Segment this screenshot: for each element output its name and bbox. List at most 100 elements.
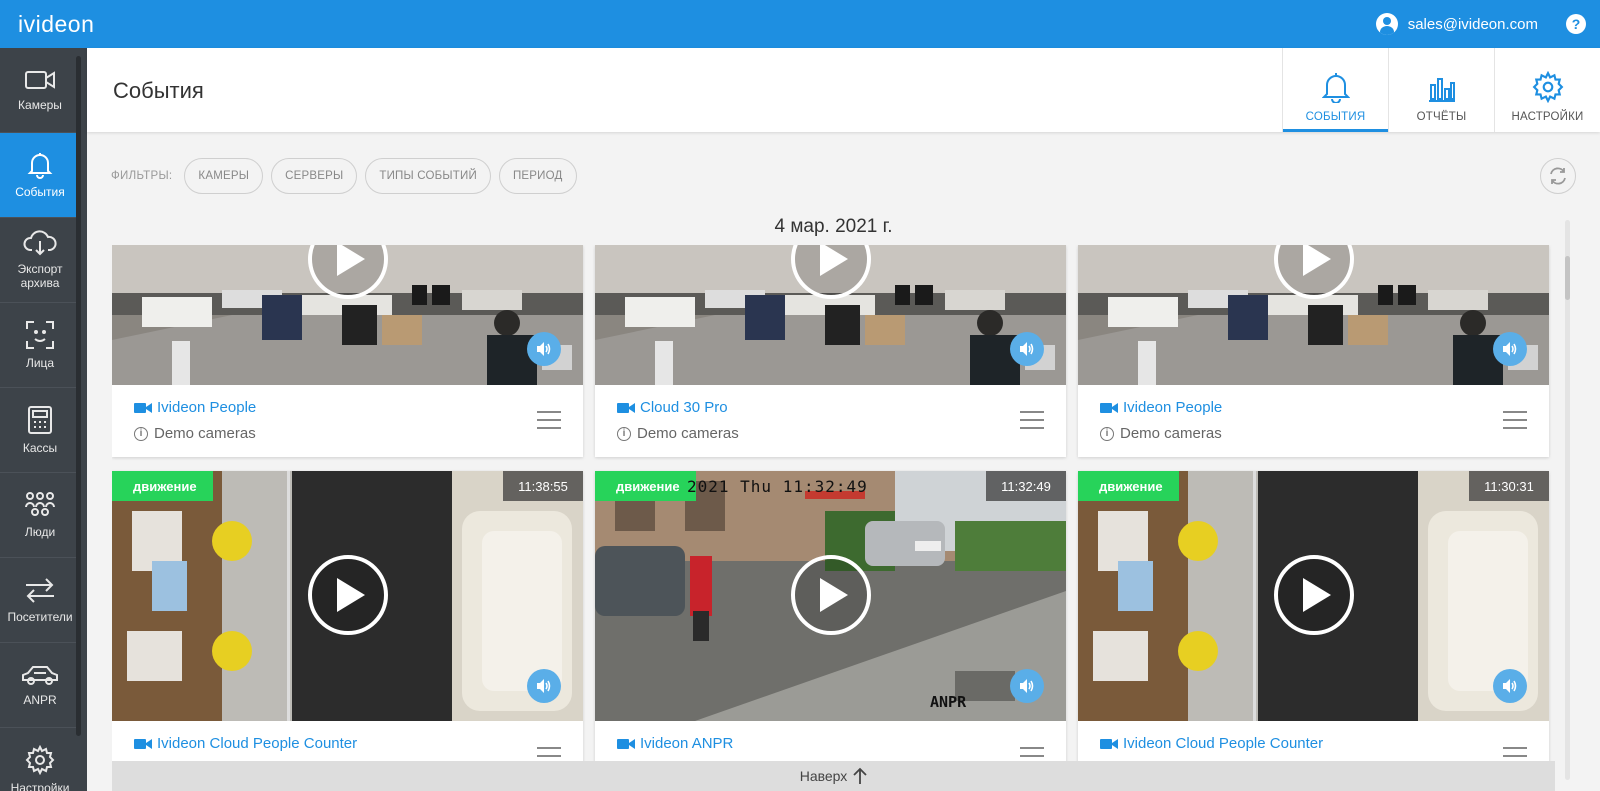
play-button[interactable] (790, 555, 871, 635)
camera-group: i Demo cameras (1100, 425, 1222, 442)
camera-link[interactable]: Ivideon Cloud People Counter (134, 735, 357, 752)
refresh-button[interactable] (1540, 158, 1576, 194)
help-button[interactable]: ? (1566, 14, 1586, 34)
sidebar-item-settings[interactable]: Настройки (0, 728, 80, 791)
speaker-icon (1020, 342, 1034, 356)
visitors-arrows-icon (26, 578, 54, 603)
tab-settings[interactable]: НАСТРОЙКИ (1494, 48, 1600, 132)
sidebar-item-visitors[interactable]: Посетители (0, 558, 80, 643)
filter-cameras-chip[interactable]: КАМЕРЫ (184, 158, 264, 194)
sound-button[interactable] (527, 669, 561, 703)
sound-button[interactable] (1010, 332, 1044, 366)
gear-icon (25, 744, 55, 775)
sidebar-item-label: Камеры (18, 97, 62, 112)
info-icon: i (134, 426, 148, 441)
camera-name: Ivideon People (157, 399, 257, 416)
filters-label: ФИЛЬТРЫ: (111, 170, 173, 182)
event-card[interactable]: движение 11:30:31 Ivideon Cloud People C… (1078, 471, 1549, 791)
tab-label: НАСТРОЙКИ (1511, 111, 1584, 123)
camera-watermark-overlay: ANPR (930, 693, 967, 711)
camera-group-name: Demo cameras (637, 425, 739, 442)
bar-chart-icon (1428, 78, 1455, 102)
event-thumbnail[interactable] (595, 245, 1066, 385)
sidebar-item-cameras[interactable]: Камеры (0, 48, 80, 133)
page-title: События (113, 78, 204, 103)
event-time: 11:32:49 (986, 471, 1066, 501)
sound-button[interactable] (527, 332, 561, 366)
header-tabs: СОБЫТИЯ ОТЧЁТЫ НАСТРОЙКИ (1282, 48, 1600, 132)
car-icon (22, 665, 58, 685)
events-feed: Ivideon People i Demo cameras Cloud 30 P… (112, 245, 1555, 791)
camera-link[interactable]: Ivideon People (134, 399, 256, 416)
event-menu-button[interactable] (1503, 411, 1527, 429)
video-camera-icon (1100, 738, 1118, 749)
event-card[interactable]: движение 11:32:49 2021 Thu 11:32:49 ANPR… (595, 471, 1066, 791)
camera-group: i Demo cameras (617, 425, 739, 442)
sound-button[interactable] (1010, 669, 1044, 703)
event-thumbnail[interactable] (112, 245, 583, 385)
camera-link[interactable]: Ivideon Cloud People Counter (1100, 735, 1323, 752)
sidebar-item-cash-registers[interactable]: Кассы (0, 388, 80, 473)
play-button[interactable] (307, 555, 388, 635)
sidebar-item-people[interactable]: Люди (0, 473, 80, 558)
video-camera-icon (617, 402, 635, 413)
sidebar-item-faces[interactable]: Лица (0, 303, 80, 388)
video-camera-icon (134, 402, 152, 413)
sound-button[interactable] (1493, 332, 1527, 366)
tab-events[interactable]: СОБЫТИЯ (1282, 48, 1388, 132)
page-header: События СОБЫТИЯ ОТЧЁТЫ НАСТРОЙКИ (87, 48, 1600, 132)
date-heading: 4 мар. 2021 г. (774, 216, 893, 237)
camera-link[interactable]: Cloud 30 Pro (617, 399, 728, 416)
sidebar-item-label: Экспорт архива (17, 261, 63, 290)
camera-group-name: Demo cameras (154, 425, 256, 442)
cash-register-icon (28, 405, 52, 434)
motion-badge: движение (112, 471, 213, 501)
camera-link[interactable]: Ivideon People (1100, 399, 1222, 416)
sidebar-scrollbar[interactable] (76, 56, 81, 736)
event-thumbnail[interactable]: движение 11:38:55 (112, 471, 583, 721)
scroll-to-top-button[interactable]: Наверх (112, 761, 1555, 791)
event-card[interactable]: движение 11:38:55 Ivideon Cloud People C… (112, 471, 583, 791)
scroll-to-top-label: Наверх (799, 768, 848, 784)
event-card[interactable]: Cloud 30 Pro i Demo cameras (595, 245, 1066, 457)
filter-period-chip[interactable]: ПЕРИОД (498, 158, 577, 194)
video-camera-icon (617, 738, 635, 749)
event-card[interactable]: Ivideon People i Demo cameras (112, 245, 583, 457)
event-card[interactable]: Ivideon People i Demo cameras (1078, 245, 1549, 457)
people-icon (25, 491, 55, 516)
filter-servers-chip[interactable]: СЕРВЕРЫ (271, 158, 358, 194)
event-menu-button[interactable] (537, 411, 561, 429)
speaker-icon (537, 679, 551, 693)
sidebar-item-label: Люди (24, 524, 56, 539)
play-button[interactable] (1273, 555, 1354, 635)
event-thumbnail[interactable]: движение 11:32:49 2021 Thu 11:32:49 ANPR (595, 471, 1066, 721)
sidebar-item-archive-export[interactable]: Экспорт архива (0, 218, 80, 303)
event-thumbnail[interactable]: движение 11:30:31 (1078, 471, 1549, 721)
face-scan-icon (26, 320, 54, 349)
event-thumbnail[interactable] (1078, 245, 1549, 385)
sidebar-item-events[interactable]: События (0, 133, 80, 218)
event-time: 11:38:55 (503, 471, 583, 501)
video-camera-icon (1100, 402, 1118, 413)
camera-name: Ivideon Cloud People Counter (1123, 735, 1324, 752)
event-info: Cloud 30 Pro i Demo cameras (595, 385, 1066, 457)
sidebar-item-label: Кассы (22, 440, 58, 455)
sidebar-item-label: Лица (25, 355, 55, 370)
camera-name: Ivideon People (1123, 399, 1223, 416)
sidebar-item-anpr[interactable]: ANPR (0, 643, 80, 728)
camera-link[interactable]: Ivideon ANPR (617, 735, 733, 752)
logo[interactable]: ivideon (18, 11, 94, 38)
filters-bar: ФИЛЬТРЫ: КАМЕРЫ СЕРВЕРЫ ТИПЫ СОБЫТИЙ ПЕР… (111, 158, 585, 194)
sidebar: Камеры События Экспорт архива Лица Кассы… (0, 48, 87, 791)
camera-name: Cloud 30 Pro (640, 399, 728, 416)
filter-event-types-chip[interactable]: ТИПЫ СОБЫТИЙ (365, 158, 491, 194)
event-menu-button[interactable] (1020, 411, 1044, 429)
refresh-icon (1550, 167, 1566, 185)
sound-button[interactable] (1493, 669, 1527, 703)
content-scrollbar[interactable] (1565, 220, 1570, 780)
tab-reports[interactable]: ОТЧЁТЫ (1388, 48, 1494, 132)
bell-icon (27, 152, 53, 179)
camera-group: i Demo cameras (134, 425, 256, 442)
tab-label: СОБЫТИЯ (1305, 111, 1366, 123)
account-menu[interactable]: sales@ivideon.com (1375, 13, 1538, 35)
